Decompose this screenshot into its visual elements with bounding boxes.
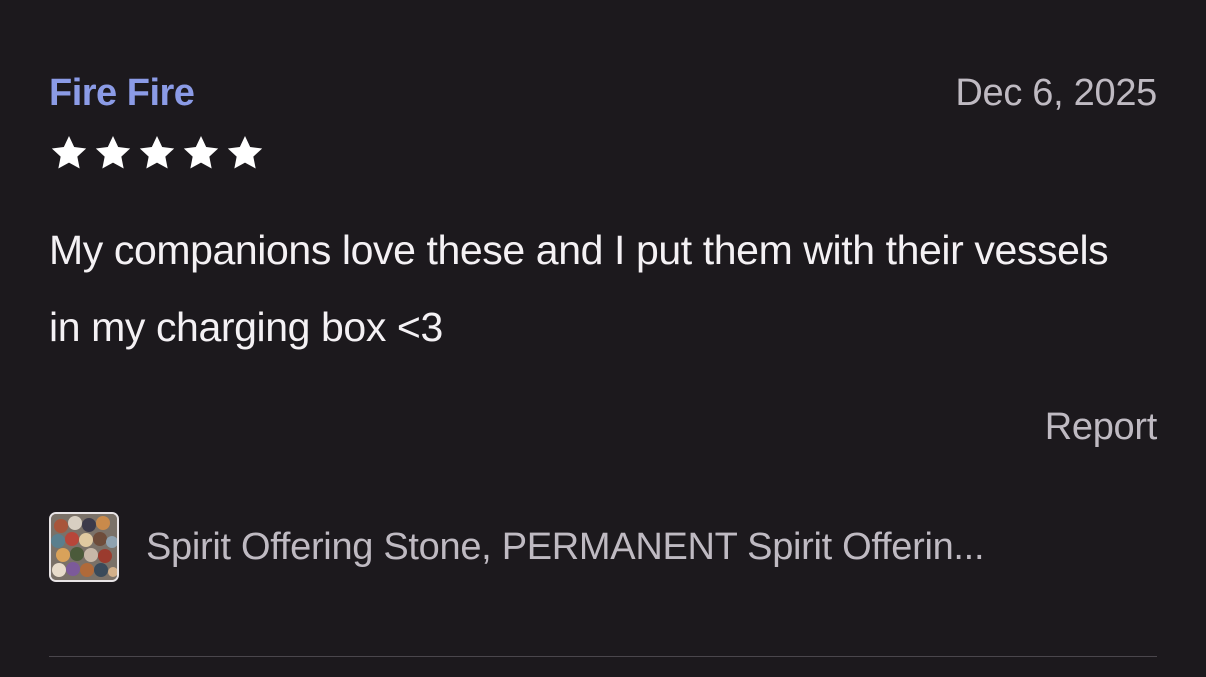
product-title[interactable]: Spirit Offering Stone, PERMANENT Spirit … (146, 526, 1157, 569)
review-card: Fire Fire Dec 6, 2025 My companions love… (0, 0, 1206, 677)
review-date: Dec 6, 2025 (955, 72, 1157, 114)
crystal-stones-thumbnail-icon[interactable] (49, 512, 119, 582)
divider (49, 656, 1157, 657)
review-text: My companions love these and I put them … (49, 227, 1109, 350)
star-icon (137, 133, 177, 173)
reviewer-name[interactable]: Fire Fire (49, 70, 195, 116)
product-link[interactable]: Spirit Offering Stone, PERMANENT Spirit … (49, 509, 1157, 585)
star-icon (181, 133, 221, 173)
star-rating (49, 133, 265, 173)
star-icon (93, 133, 133, 173)
star-icon (225, 133, 265, 173)
report-link[interactable]: Report (1045, 404, 1158, 450)
star-icon (49, 133, 89, 173)
